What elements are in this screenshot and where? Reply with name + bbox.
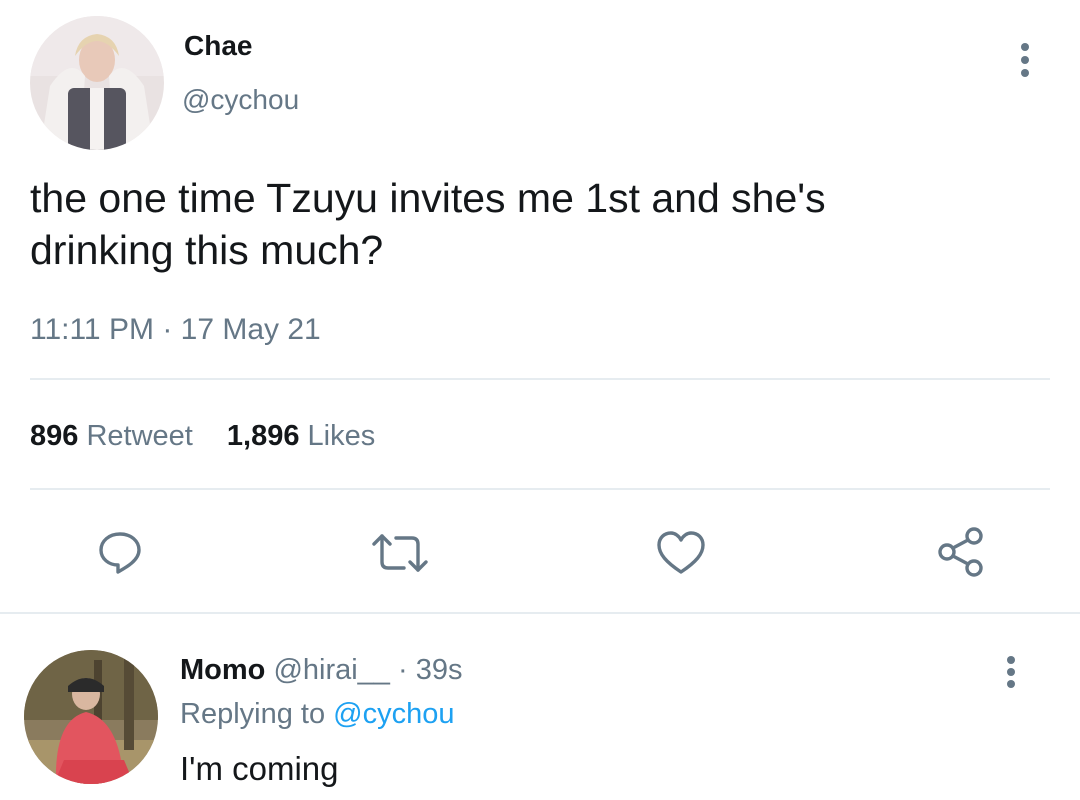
like-label: Likes xyxy=(307,420,376,452)
tweet-text-line-1: the one time Tzuyu invites me 1st and sh… xyxy=(30,175,826,221)
retweet-icon xyxy=(372,534,428,572)
divider-bottom xyxy=(0,612,1080,614)
more-options-icon[interactable] xyxy=(1018,43,1032,77)
tweet-stats: 896 Retweet 1,896 Likes xyxy=(30,420,375,453)
retweet-label: Retweet xyxy=(86,420,193,452)
reply-separator: · xyxy=(398,654,408,686)
like-stat[interactable]: 1,896 Likes xyxy=(227,420,375,452)
divider-middle xyxy=(30,488,1050,490)
timestamp-separator: · xyxy=(162,313,173,346)
author-avatar[interactable] xyxy=(30,16,164,150)
reply-more-options-icon[interactable] xyxy=(1004,656,1018,688)
reply-header: Momo @hirai__ · 39s xyxy=(180,654,463,687)
like-button[interactable] xyxy=(656,530,706,576)
tweet-text-line-2: drinking this much? xyxy=(30,227,384,273)
reply-author-handle[interactable]: @hirai__ xyxy=(273,654,390,686)
reply-button[interactable] xyxy=(96,528,144,576)
tweet-date: 17 May 21 xyxy=(180,313,321,346)
reply-text: I'm coming xyxy=(180,750,339,787)
retweet-stat[interactable]: 896 Retweet xyxy=(30,420,201,452)
replying-to: Replying to @cychou xyxy=(180,698,454,731)
author-handle[interactable]: @cychou xyxy=(182,84,299,116)
replying-to-handle[interactable]: @cychou xyxy=(333,698,454,730)
divider-top xyxy=(30,378,1050,380)
author-name[interactable]: Chae xyxy=(184,30,252,62)
retweet-count: 896 xyxy=(30,420,79,452)
retweet-button[interactable] xyxy=(370,530,430,576)
reply-author-name[interactable]: Momo xyxy=(180,654,265,686)
reply-author-avatar[interactable] xyxy=(24,650,158,784)
tweet-time: 11:11 PM xyxy=(30,313,154,346)
reply-icon xyxy=(99,532,141,574)
reply-time: 39s xyxy=(415,654,463,686)
tweet-text: the one time Tzuyu invites me 1st and sh… xyxy=(30,172,826,276)
replying-to-label: Replying to xyxy=(180,698,326,730)
share-icon xyxy=(938,527,983,577)
like-count: 1,896 xyxy=(226,420,300,452)
tweet-timestamp[interactable]: 11:11 PM · 17 May 21 xyxy=(30,313,321,347)
heart-icon xyxy=(657,531,705,574)
share-button[interactable] xyxy=(936,526,986,578)
